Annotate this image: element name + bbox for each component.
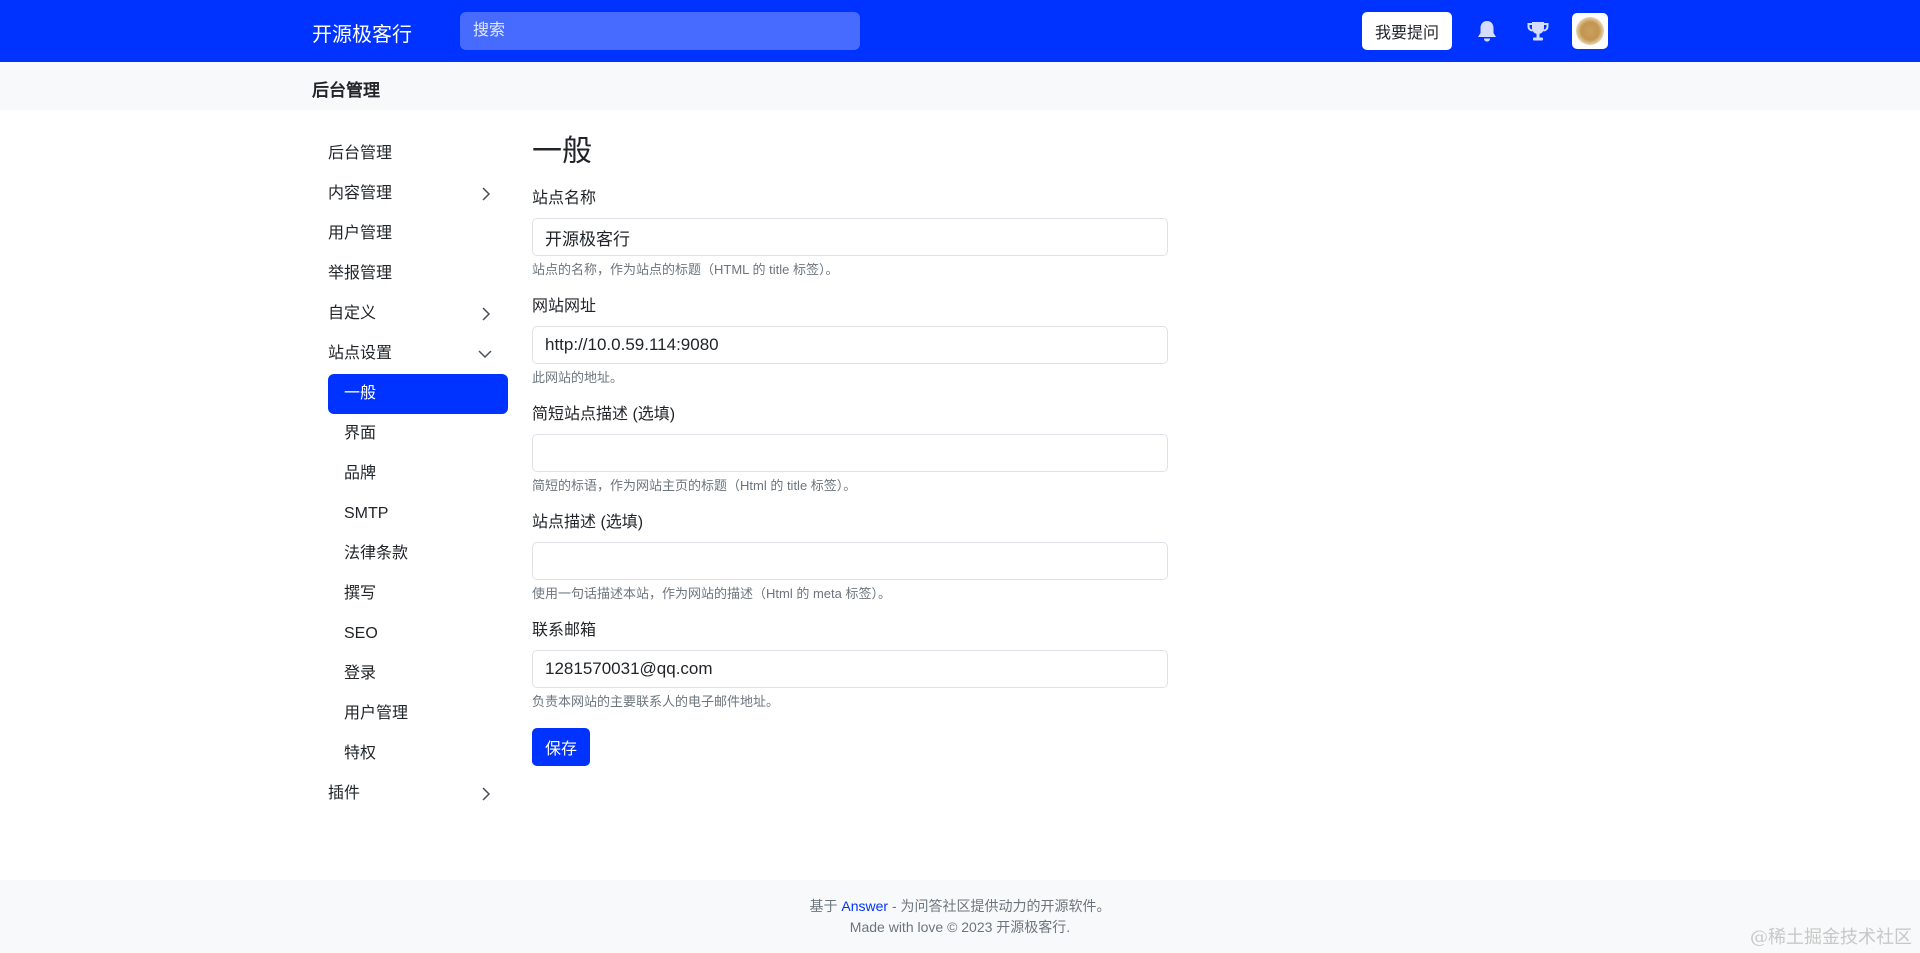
sidebar-item-privileges[interactable]: 特权 xyxy=(312,734,508,774)
general-settings-form: 一般 站点名称 站点的名称，作为站点的标题（HTML 的 title 标签）。 … xyxy=(532,130,1168,766)
sidebar-item-label: 品牌 xyxy=(344,465,377,482)
footer-suffix: - 为问答社区提供动力的开源软件。 xyxy=(891,898,1111,914)
site-name-field: 站点名称 站点的名称，作为站点的标题（HTML 的 title 标签）。 xyxy=(532,188,1168,280)
sidebar-item-content[interactable]: 内容管理 xyxy=(312,174,508,214)
sidebar-item-smtp[interactable]: SMTP xyxy=(312,494,508,534)
field-label: 简短站点描述 (选填) xyxy=(532,406,676,423)
sidebar-item-dashboard[interactable]: 后台管理 xyxy=(312,134,508,174)
sidebar-item-legal[interactable]: 法律条款 xyxy=(312,534,508,574)
sidebar-item-label: 站点设置 xyxy=(328,345,393,362)
search-input[interactable] xyxy=(460,12,860,50)
answer-link[interactable]: Answer xyxy=(841,898,888,914)
sidebar-item-label: 用户管理 xyxy=(344,705,409,722)
sidebar-item-label: 法律条款 xyxy=(344,545,409,562)
sidebar-item-write[interactable]: 撰写 xyxy=(312,574,508,614)
sidebar-item-label: 举报管理 xyxy=(328,265,393,282)
sidebar-item-plugins[interactable]: 插件 xyxy=(312,774,508,814)
field-label: 联系邮箱 xyxy=(532,622,597,639)
chevron-down-icon xyxy=(478,334,492,374)
sidebar-item-label: 内容管理 xyxy=(328,185,393,202)
page-footer: 基于 Answer - 为问答社区提供动力的开源软件。 Made with lo… xyxy=(0,880,1920,953)
sidebar-item-users[interactable]: 用户管理 xyxy=(312,214,508,254)
field-label: 网站网址 xyxy=(532,298,597,315)
footer-credits: 基于 Answer - 为问答社区提供动力的开源软件。 xyxy=(0,896,1920,916)
field-help-text: 此网站的地址。 xyxy=(532,370,624,385)
sidebar-item-label: 特权 xyxy=(344,745,377,762)
sidebar-item-label: 后台管理 xyxy=(328,145,393,162)
short-description-input[interactable] xyxy=(532,434,1168,472)
site-name-input[interactable] xyxy=(532,218,1168,256)
sidebar-item-interface[interactable]: 界面 xyxy=(312,414,508,454)
watermark-text: @稀土掘金技术社区 xyxy=(1750,927,1912,948)
ask-question-button[interactable]: 我要提问 xyxy=(1362,12,1452,50)
sidebar-item-label: 插件 xyxy=(328,785,361,802)
sidebar-item-site-settings[interactable]: 站点设置 xyxy=(312,334,508,374)
site-description-input[interactable] xyxy=(532,542,1168,580)
field-label: 站点描述 (选填) xyxy=(532,514,644,531)
sidebar-item-login[interactable]: 登录 xyxy=(312,654,508,694)
admin-subheader: 后台管理 xyxy=(0,62,1920,110)
brand-logo-text[interactable]: 开源极客行 xyxy=(312,18,412,47)
footer-copyright: Made with love © 2023 开源极客行. xyxy=(849,919,1071,935)
admin-title: 后台管理 xyxy=(312,81,380,100)
footer-prefix: 基于 xyxy=(809,898,838,914)
sidebar-item-branding[interactable]: 品牌 xyxy=(312,454,508,494)
avatar-image xyxy=(1576,17,1604,45)
short-description-field: 简短站点描述 (选填) 简短的标语，作为网站主页的标题（Html 的 title… xyxy=(532,404,1168,496)
field-help-text: 站点的名称，作为站点的标题（HTML 的 title 标签）。 xyxy=(532,262,839,277)
field-help-text: 使用一句话描述本站，作为网站的描述（Html 的 meta 标签）。 xyxy=(532,586,891,601)
sidebar-item-general[interactable]: 一般 xyxy=(328,374,508,414)
sidebar-item-seo[interactable]: SEO xyxy=(312,614,508,654)
chevron-right-icon xyxy=(480,294,492,334)
field-help-text: 简短的标语，作为网站主页的标题（Html 的 title 标签）。 xyxy=(532,478,857,493)
bell-icon[interactable] xyxy=(1474,18,1500,44)
sidebar-item-label: 界面 xyxy=(344,425,377,442)
contact-email-field: 联系邮箱 负责本网站的主要联系人的电子邮件地址。 xyxy=(532,620,1168,712)
field-help-text: 负责本网站的主要联系人的电子邮件地址。 xyxy=(532,694,780,709)
sidebar-item-user-management[interactable]: 用户管理 xyxy=(312,694,508,734)
sidebar-item-customize[interactable]: 自定义 xyxy=(312,294,508,334)
admin-sidebar: 后台管理 内容管理 用户管理 举报管理 自定义 站点设置 一般 界面 品牌 SM… xyxy=(312,134,508,814)
chevron-right-icon xyxy=(480,174,492,214)
chevron-right-icon xyxy=(480,774,492,814)
sidebar-item-label: 登录 xyxy=(344,665,377,682)
save-button[interactable]: 保存 xyxy=(532,728,590,766)
contact-email-input[interactable] xyxy=(532,650,1168,688)
user-avatar[interactable] xyxy=(1572,13,1608,49)
field-label: 站点名称 xyxy=(532,190,597,207)
sidebar-item-label: SEO xyxy=(344,625,378,642)
top-navbar: 开源极客行 我要提问 xyxy=(0,0,1920,62)
page-title: 一般 xyxy=(532,135,592,168)
sidebar-item-label: 用户管理 xyxy=(328,225,393,242)
sidebar-item-reports[interactable]: 举报管理 xyxy=(312,254,508,294)
site-url-field: 网站网址 此网站的地址。 xyxy=(532,296,1168,388)
sidebar-item-label: SMTP xyxy=(344,505,389,522)
site-url-input[interactable] xyxy=(532,326,1168,364)
sidebar-item-label: 自定义 xyxy=(328,305,377,322)
site-description-field: 站点描述 (选填) 使用一句话描述本站，作为网站的描述（Html 的 meta … xyxy=(532,512,1168,604)
sidebar-item-label: 一般 xyxy=(344,385,377,402)
sidebar-item-label: 撰写 xyxy=(344,585,377,602)
trophy-icon[interactable] xyxy=(1525,18,1551,44)
